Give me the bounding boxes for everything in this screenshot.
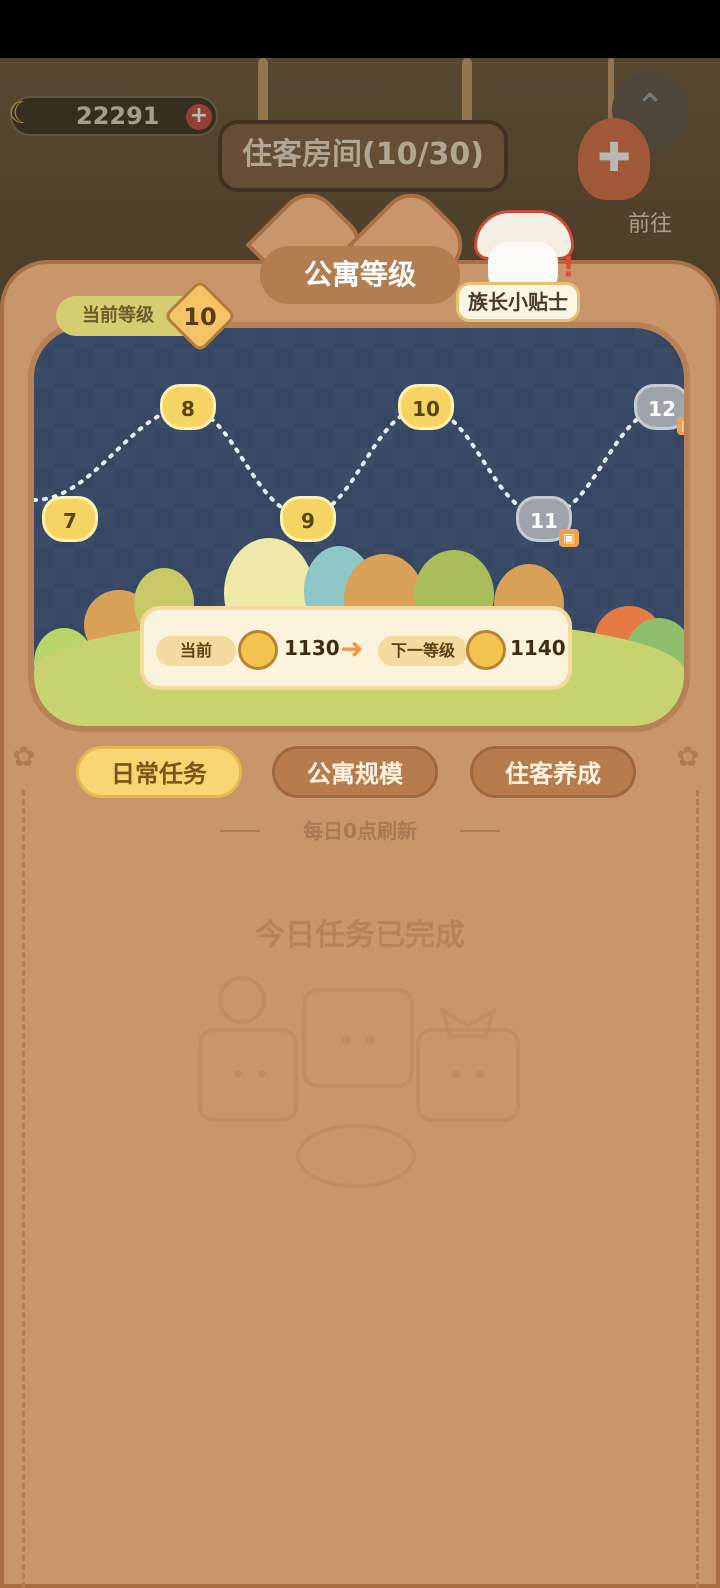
level-node-7[interactable]: 7 [42, 496, 98, 542]
arrow-right-icon: ➜ [340, 632, 364, 665]
current-score-label: 当前 [156, 636, 236, 666]
current-level-badge: 当前等级 10 [56, 279, 237, 353]
current-level-value: 10 [183, 303, 217, 331]
tasks-done-message: 今日任务已完成 [255, 918, 465, 953]
level-progress-bar: 当前 1130 ➜ 下一等级 1140 [140, 606, 572, 690]
exclamation-icon: ! [562, 250, 575, 283]
level-node-11-label: 11 [530, 509, 558, 533]
status-bar [0, 0, 720, 58]
paw-icon: ✿ [12, 740, 36, 773]
divider-line [460, 830, 500, 832]
empty-state-mascots-illustration [198, 976, 520, 1188]
tab-daily-tasks[interactable]: 日常任务 [76, 746, 242, 798]
cat-coin-icon [238, 630, 278, 670]
paw-icon: ✿ [676, 740, 700, 773]
cat-coin-icon [466, 630, 506, 670]
current-score-value: 1130 [284, 636, 340, 660]
level-node-12[interactable]: 12 ▣ [634, 384, 684, 435]
tab-resident-growth[interactable]: 住客养成 [470, 746, 636, 798]
level-node-9[interactable]: 9 [280, 496, 336, 542]
divider-line [220, 830, 260, 832]
screen: ☾ 22291 + 住客房间(10/30) ⌃ ✚ 前往 等级 公寓等级 ! 7 [0, 0, 720, 1588]
refresh-note: 每日0点刷新 [220, 814, 500, 848]
refresh-note-text: 每日0点刷新 [303, 819, 417, 843]
level-node-8[interactable]: 8 [160, 384, 216, 430]
chief-tips-button[interactable]: 族长小贴士 [456, 282, 580, 322]
lock-icon: ▣ [677, 417, 684, 435]
tab-apartment-scale[interactable]: 公寓规模 [272, 746, 438, 798]
lock-icon: ▣ [559, 529, 579, 547]
current-level-label: 当前等级 [82, 305, 154, 326]
level-node-12-label: 12 [648, 397, 676, 421]
level-node-11[interactable]: 11 ▣ [516, 496, 579, 547]
level-node-10[interactable]: 10 [398, 384, 454, 430]
next-level-value: 1140 [510, 636, 566, 660]
next-level-label: 下一等级 [378, 636, 468, 666]
panel-title: 公寓等级 [260, 246, 460, 304]
